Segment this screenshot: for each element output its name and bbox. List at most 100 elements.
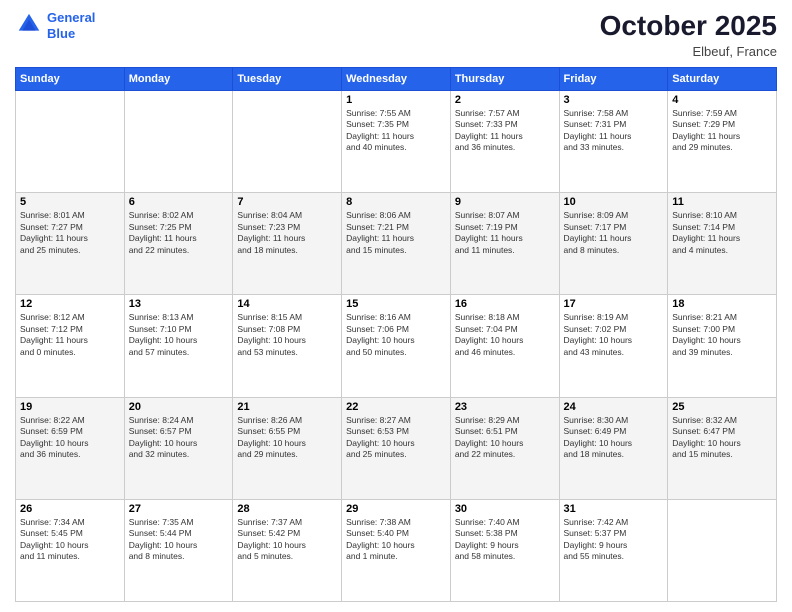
day-info: Sunrise: 8:27 AM Sunset: 6:53 PM Dayligh… — [346, 415, 446, 461]
day-number: 15 — [346, 298, 446, 310]
calendar-cell: 12Sunrise: 8:12 AM Sunset: 7:12 PM Dayli… — [16, 295, 125, 397]
calendar-cell: 21 Sunrise: 8:26 AM Sunset: 6:55 PM Dayli… — [233, 397, 342, 499]
calendar-cell: 15 Sunrise: 8:16 AM Sunset: 7:06 PM Dayli… — [342, 295, 451, 397]
day-number: 5 — [20, 196, 120, 208]
day-number: 12 — [20, 298, 120, 310]
calendar-cell: 9 Sunrise: 8:07 AM Sunset: 7:19 PM Daylig… — [450, 193, 559, 295]
calendar-cell: 19Sunrise: 8:22 AM Sunset: 6:59 PM Dayli… — [16, 397, 125, 499]
calendar-cell: 31 Sunrise: 7:42 AM Sunset: 5:37 PM Dayli… — [559, 499, 668, 601]
calendar-week-row: 1Sunrise: 7:55 AM Sunset: 7:35 PM Daylig… — [16, 91, 777, 193]
day-number: 26 — [20, 503, 120, 515]
day-number: 13 — [129, 298, 229, 310]
day-info: Sunrise: 7:35 AM Sunset: 5:44 PM Dayligh… — [129, 517, 229, 563]
day-number: 11 — [672, 196, 772, 208]
logo: General Blue — [15, 10, 95, 41]
day-number: 25 — [672, 401, 772, 413]
day-number: 27 — [129, 503, 229, 515]
day-number: 19 — [20, 401, 120, 413]
calendar-cell: 22 Sunrise: 8:27 AM Sunset: 6:53 PM Dayli… — [342, 397, 451, 499]
day-number: 16 — [455, 298, 555, 310]
day-info: Sunrise: 8:09 AM Sunset: 7:17 PM Dayligh… — [564, 210, 664, 256]
day-info: Sunrise: 8:07 AM Sunset: 7:19 PM Dayligh… — [455, 210, 555, 256]
day-info: Sunrise: 8:30 AM Sunset: 6:49 PM Dayligh… — [564, 415, 664, 461]
calendar-cell: 3 Sunrise: 7:58 AM Sunset: 7:31 PM Daylig… — [559, 91, 668, 193]
page: General Blue October 2025 Elbeuf, France… — [0, 0, 792, 612]
day-info: Sunrise: 8:16 AM Sunset: 7:06 PM Dayligh… — [346, 312, 446, 358]
day-info: Sunrise: 7:59 AM Sunset: 7:29 PM Dayligh… — [672, 108, 772, 154]
title-block: October 2025 Elbeuf, France — [600, 10, 777, 59]
calendar-cell: 25 Sunrise: 8:32 AM Sunset: 6:47 PM Dayli… — [668, 397, 777, 499]
weekday-header: Monday — [124, 68, 233, 91]
logo-line1: General — [47, 10, 95, 25]
day-info: Sunrise: 8:13 AM Sunset: 7:10 PM Dayligh… — [129, 312, 229, 358]
day-info: Sunrise: 7:58 AM Sunset: 7:31 PM Dayligh… — [564, 108, 664, 154]
weekday-header: Saturday — [668, 68, 777, 91]
weekday-header: Thursday — [450, 68, 559, 91]
day-info: Sunrise: 8:26 AM Sunset: 6:55 PM Dayligh… — [237, 415, 337, 461]
calendar-cell: 2Sunrise: 7:57 AM Sunset: 7:33 PM Daylig… — [450, 91, 559, 193]
day-number: 22 — [346, 401, 446, 413]
day-info: Sunrise: 8:29 AM Sunset: 6:51 PM Dayligh… — [455, 415, 555, 461]
day-number: 30 — [455, 503, 555, 515]
header: General Blue October 2025 Elbeuf, France — [15, 10, 777, 59]
location: Elbeuf, France — [600, 44, 777, 59]
day-number: 3 — [564, 94, 664, 106]
day-number: 9 — [455, 196, 555, 208]
calendar-table: SundayMondayTuesdayWednesdayThursdayFrid… — [15, 67, 777, 602]
day-number: 28 — [237, 503, 337, 515]
day-number: 7 — [237, 196, 337, 208]
day-info: Sunrise: 7:57 AM Sunset: 7:33 PM Dayligh… — [455, 108, 555, 154]
calendar-cell — [668, 499, 777, 601]
weekday-header: Sunday — [16, 68, 125, 91]
calendar-cell: 27 Sunrise: 7:35 AM Sunset: 5:44 PM Dayli… — [124, 499, 233, 601]
day-number: 10 — [564, 196, 664, 208]
day-info: Sunrise: 8:15 AM Sunset: 7:08 PM Dayligh… — [237, 312, 337, 358]
day-info: Sunrise: 7:42 AM Sunset: 5:37 PM Dayligh… — [564, 517, 664, 563]
calendar-cell: 30Sunrise: 7:40 AM Sunset: 5:38 PM Dayli… — [450, 499, 559, 601]
calendar-cell: 14 Sunrise: 8:15 AM Sunset: 7:08 PM Dayli… — [233, 295, 342, 397]
calendar-cell: 28 Sunrise: 7:37 AM Sunset: 5:42 PM Dayli… — [233, 499, 342, 601]
calendar-cell — [233, 91, 342, 193]
calendar-cell: 7 Sunrise: 8:04 AM Sunset: 7:23 PM Daylig… — [233, 193, 342, 295]
logo-text: General Blue — [47, 10, 95, 41]
calendar-cell: 24 Sunrise: 8:30 AM Sunset: 6:49 PM Dayli… — [559, 397, 668, 499]
day-info: Sunrise: 8:19 AM Sunset: 7:02 PM Dayligh… — [564, 312, 664, 358]
calendar-cell: 5 Sunrise: 8:01 AM Sunset: 7:27 PM Daylig… — [16, 193, 125, 295]
weekday-header: Friday — [559, 68, 668, 91]
calendar-week-row: 19Sunrise: 8:22 AM Sunset: 6:59 PM Dayli… — [16, 397, 777, 499]
calendar-cell: 26 Sunrise: 7:34 AM Sunset: 5:45 PM Dayli… — [16, 499, 125, 601]
calendar-cell: 20Sunrise: 8:24 AM Sunset: 6:57 PM Dayli… — [124, 397, 233, 499]
weekday-header-row: SundayMondayTuesdayWednesdayThursdayFrid… — [16, 68, 777, 91]
calendar-cell: 1Sunrise: 7:55 AM Sunset: 7:35 PM Daylig… — [342, 91, 451, 193]
day-number: 31 — [564, 503, 664, 515]
day-number: 14 — [237, 298, 337, 310]
day-info: Sunrise: 8:21 AM Sunset: 7:00 PM Dayligh… — [672, 312, 772, 358]
calendar-cell: 8Sunrise: 8:06 AM Sunset: 7:21 PM Daylig… — [342, 193, 451, 295]
day-info: Sunrise: 8:32 AM Sunset: 6:47 PM Dayligh… — [672, 415, 772, 461]
day-number: 1 — [346, 94, 446, 106]
day-info: Sunrise: 7:37 AM Sunset: 5:42 PM Dayligh… — [237, 517, 337, 563]
calendar-week-row: 12Sunrise: 8:12 AM Sunset: 7:12 PM Dayli… — [16, 295, 777, 397]
day-info: Sunrise: 8:01 AM Sunset: 7:27 PM Dayligh… — [20, 210, 120, 256]
day-info: Sunrise: 7:34 AM Sunset: 5:45 PM Dayligh… — [20, 517, 120, 563]
day-number: 29 — [346, 503, 446, 515]
day-info: Sunrise: 8:10 AM Sunset: 7:14 PM Dayligh… — [672, 210, 772, 256]
day-info: Sunrise: 8:02 AM Sunset: 7:25 PM Dayligh… — [129, 210, 229, 256]
day-info: Sunrise: 7:38 AM Sunset: 5:40 PM Dayligh… — [346, 517, 446, 563]
calendar-cell — [124, 91, 233, 193]
calendar-cell: 11 Sunrise: 8:10 AM Sunset: 7:14 PM Dayli… — [668, 193, 777, 295]
day-info: Sunrise: 8:04 AM Sunset: 7:23 PM Dayligh… — [237, 210, 337, 256]
day-number: 21 — [237, 401, 337, 413]
day-number: 6 — [129, 196, 229, 208]
day-number: 20 — [129, 401, 229, 413]
calendar-cell: 13 Sunrise: 8:13 AM Sunset: 7:10 PM Dayli… — [124, 295, 233, 397]
calendar-week-row: 26 Sunrise: 7:34 AM Sunset: 5:45 PM Dayli… — [16, 499, 777, 601]
day-number: 24 — [564, 401, 664, 413]
calendar-cell: 10 Sunrise: 8:09 AM Sunset: 7:17 PM Dayli… — [559, 193, 668, 295]
calendar-cell: 18 Sunrise: 8:21 AM Sunset: 7:00 PM Dayli… — [668, 295, 777, 397]
day-number: 23 — [455, 401, 555, 413]
day-number: 18 — [672, 298, 772, 310]
day-info: Sunrise: 8:06 AM Sunset: 7:21 PM Dayligh… — [346, 210, 446, 256]
day-info: Sunrise: 8:18 AM Sunset: 7:04 PM Dayligh… — [455, 312, 555, 358]
day-number: 17 — [564, 298, 664, 310]
